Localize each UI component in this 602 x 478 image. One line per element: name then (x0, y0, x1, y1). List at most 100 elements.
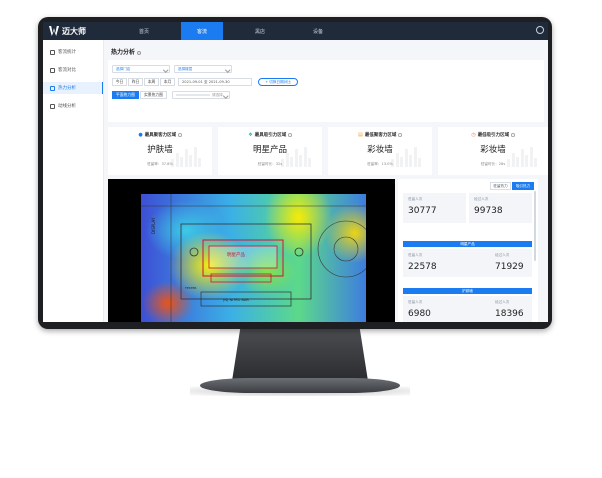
metric-label: 驻留人次 (408, 300, 423, 304)
metric-value: 18396 (495, 309, 524, 319)
overall-pass-box: 经过人次 99738 (469, 193, 532, 223)
compare-dates-button[interactable]: + 切换日期对比 (258, 78, 298, 86)
stat-card-least-gathering: ▤ 最低聚客力区域 彩妆墙 驻留率：13.0% (328, 127, 432, 175)
stats-icon (50, 49, 55, 55)
nav-item-device[interactable]: 设备 (297, 22, 339, 40)
clock-icon: ◷ (471, 132, 476, 138)
sidebar-item-label: 客流对比 (58, 68, 76, 73)
toggle-attract-heat[interactable]: 吸引热力 (512, 182, 534, 190)
decor-bar (534, 158, 537, 167)
tab-floorplan-heatmap[interactable]: 平面热力图 (112, 91, 139, 99)
tab-live-heatmap[interactable]: 实景热力图 (140, 91, 167, 99)
date-range-picker[interactable]: 2021-09-01 至 2021-09-30 (178, 78, 252, 86)
sidebar-item-heatmap[interactable]: 热力分析 (43, 82, 103, 94)
decor-bar (404, 149, 408, 167)
help-icon[interactable] (178, 133, 182, 137)
device-select[interactable]: 请选择 (172, 91, 230, 99)
metric-label: 经过人次 (495, 300, 510, 304)
stat-card-title: 最具聚客力区域 (144, 133, 177, 138)
help-icon[interactable] (398, 133, 402, 137)
sidebar: 客流统计 客流对比 热力分析 动线分析 (43, 40, 104, 322)
sidebar-item-path-analysis[interactable]: 动线分析 (43, 100, 103, 112)
range-yesterday[interactable]: 昨日 (128, 78, 143, 86)
card-background-bars (391, 147, 429, 167)
path-icon (50, 103, 55, 109)
range-month[interactable]: 本月 (160, 78, 175, 86)
decor-bar (290, 157, 293, 167)
decor-bar (171, 159, 174, 167)
decor-bar (184, 149, 188, 167)
metric-label: 经过人次 (474, 197, 489, 201)
decor-bar (409, 155, 412, 167)
stat-card-title: 最具吸引力区域 (254, 133, 287, 138)
magnet-icon: ❖ (248, 132, 253, 138)
app-logo[interactable]: 迈大师 (49, 25, 86, 37)
floor-select[interactable]: 选择楼层 (174, 65, 232, 73)
user-icon[interactable] (536, 26, 544, 34)
decor-bar (520, 149, 524, 167)
store-select-value: 选择门店 (116, 66, 131, 71)
monitor-base (200, 378, 400, 393)
screen: 迈大师 首页 客流 黑店 设备 客流统计 客流对比 热力分析 动线分析 热力分析… (43, 22, 548, 322)
card-background-bars (171, 147, 209, 167)
decor-bar (400, 157, 403, 167)
nav-item-shop[interactable]: 黑店 (239, 22, 281, 40)
page-title: 热力分析 (111, 47, 142, 56)
chevron-down-icon (162, 67, 168, 73)
heatmap-floorplan[interactable]: DISPLAY 明星产品 (N) NITRO BAR TESTER (141, 194, 366, 322)
range-today[interactable]: 今日 (112, 78, 127, 86)
help-icon[interactable] (288, 133, 292, 137)
nav-item-home[interactable]: 首页 (123, 22, 165, 40)
device-select-value: 请选择 (212, 92, 223, 97)
sidebar-item-label: 热力分析 (58, 86, 76, 91)
stat-card-header: ❖ 最具吸引力区域 (218, 132, 322, 138)
group-header-skincare-wall: 护肤墙 (403, 288, 532, 294)
sidebar-item-traffic-stats[interactable]: 客流统计 (43, 46, 103, 58)
decor-bar (391, 159, 394, 167)
metric-value: 71929 (495, 262, 524, 272)
group-header-star-products: 明星产品 (403, 241, 532, 247)
range-week[interactable]: 本周 (144, 78, 159, 86)
decor-bar (529, 147, 533, 167)
chart-icon: ▤ (358, 132, 363, 138)
decor-bar (281, 159, 284, 167)
store-select[interactable]: 选择门店 (112, 65, 170, 73)
sidebar-item-label: 动线分析 (58, 104, 76, 109)
toggle-dwell-heat[interactable]: 驻留热力 (490, 182, 511, 190)
decor-bar (308, 158, 311, 167)
tester-label: TESTER (185, 286, 197, 290)
decor-bar (180, 157, 183, 167)
heatmap-panel: DISPLAY 明星产品 (N) NITRO BAR TESTER (108, 179, 395, 322)
sidebar-item-label: 客流统计 (58, 50, 76, 55)
decor-bar (198, 158, 201, 167)
metric-value: 22578 (408, 262, 437, 272)
chevron-down-icon (222, 93, 228, 99)
center-zone-label: 明星产品 (227, 253, 245, 258)
stat-card-title: 最低吸引力区域 (477, 133, 510, 138)
date-range-value: 2021-09-01 至 2021-09-30 (182, 79, 230, 84)
metric-value: 30777 (408, 206, 437, 216)
stat-card-title: 最低聚客力区域 (364, 133, 397, 138)
nav-item-traffic[interactable]: 客流 (181, 22, 223, 40)
monitor-stand (232, 329, 368, 381)
nitro-bar-label: (N) NITRO BAR (223, 298, 249, 302)
compare-icon (50, 67, 55, 73)
overall-dwell-box: 驻留人次 30777 (403, 193, 466, 223)
stat-card-header: ● 最具聚客力区域 (108, 132, 212, 138)
decor-bar (189, 155, 192, 167)
help-icon[interactable] (137, 50, 142, 55)
metric-label: 驻留人次 (408, 253, 423, 257)
panel-scrollbar[interactable] (534, 191, 536, 261)
help-icon[interactable] (511, 133, 515, 137)
chevron-down-icon (224, 67, 230, 73)
decor-bar (193, 147, 197, 167)
logo-text: 迈大师 (62, 26, 86, 36)
device-placeholder-bar (176, 93, 210, 97)
sidebar-item-traffic-compare[interactable]: 客流对比 (43, 64, 103, 76)
display-label: DISPLAY (151, 217, 156, 234)
top-bar: 迈大师 首页 客流 黑店 设备 (43, 22, 548, 40)
decor-bar (299, 155, 302, 167)
metric-label: 驻留人次 (408, 197, 423, 201)
page-title-text: 热力分析 (111, 49, 136, 56)
card-background-bars (281, 147, 319, 167)
